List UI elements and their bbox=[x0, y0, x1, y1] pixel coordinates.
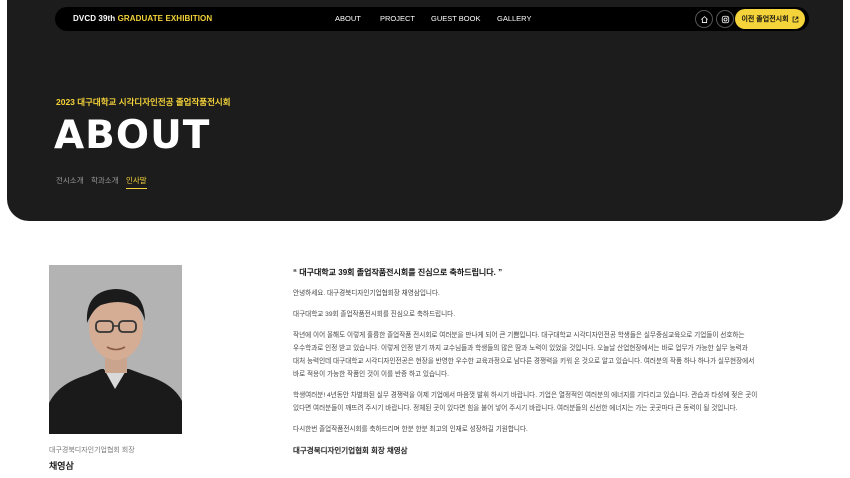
home-button[interactable] bbox=[695, 10, 713, 28]
message-congrats: 대구대학교 39회 졸업작품전시회를 진심으로 축하드립니다. bbox=[293, 311, 456, 318]
author-role: 대구경북디자인기업협회 회장 bbox=[49, 447, 135, 454]
exhibition-subtitle: 2023 대구대학교 시각디자인전공 졸업작품전시회 bbox=[56, 97, 231, 107]
home-icon bbox=[700, 15, 708, 23]
tab-exhibition-intro[interactable]: 전시소개 bbox=[56, 175, 84, 186]
tab-department-intro[interactable]: 학과소개 bbox=[91, 175, 119, 186]
message-closing: 다시한번 졸업작품전시회를 축하드리며 한분 한분 최고의 인재로 성장하길 기… bbox=[293, 426, 528, 433]
author-portrait bbox=[49, 265, 182, 434]
page-title: ABOUT bbox=[54, 113, 211, 158]
menu-item-guestbook[interactable]: GUEST BOOK bbox=[431, 7, 480, 31]
message-paragraph-line: 우수학과로 인정 받고 있습니다. 이렇게 인정 받기 까지 교수님들과 학생들… bbox=[293, 345, 748, 352]
external-link-icon bbox=[792, 16, 798, 22]
message-paragraph-line: 작년에 이어 올해도 이렇게 훌륭한 졸업작품 전시회로 여러분을 만나게 되어… bbox=[293, 332, 745, 339]
message-paragraph-line: 바로 적용이 가능한 작품인 것이 이를 반증 하고 있습니다. bbox=[293, 371, 450, 378]
tab-greeting[interactable]: 인사말 bbox=[126, 175, 147, 189]
menu-item-gallery[interactable]: GALLERY bbox=[497, 7, 531, 31]
instagram-button[interactable] bbox=[716, 10, 734, 28]
message-paragraph-line: 대처 능력인데 대구대학교 시각디자인전공은 현장을 반영한 우수한 교육과정으… bbox=[293, 358, 755, 365]
brand-accent: GRADUATE EXHIBITION bbox=[117, 14, 213, 23]
message-signoff: 대구경북디자인기업협회 회장 채영삼 bbox=[293, 446, 408, 455]
top-navbar: DVCD 39th GRADUATE EXHIBITION ABOUT PROJ… bbox=[55, 7, 809, 31]
message-paragraph-line: 학생여러분! 4년동안 차별화된 실무 경쟁력을 이제 기업에서 마음껏 발휘 … bbox=[293, 392, 758, 399]
menu-item-about[interactable]: ABOUT bbox=[335, 7, 361, 31]
message-greeting: 안녕하세요. 대구경북디자인기업협회장 채영삼입니다. bbox=[293, 290, 440, 297]
menu-item-project[interactable]: PROJECT bbox=[380, 7, 415, 31]
message-paragraph-line: 있다면 여러분들이 깨뜨려 주시기 바랍니다. 정체된 곳이 있다면 힘을 불어… bbox=[293, 405, 738, 412]
brand-logo[interactable]: DVCD 39th GRADUATE EXHIBITION bbox=[73, 7, 212, 31]
prev-exhibition-button[interactable]: 이전 졸업전시회 bbox=[735, 9, 805, 29]
portrait-illustration bbox=[49, 265, 182, 434]
greeting-message: “ 대구대학교 39회 졸업작품전시회를 진심으로 축하드립니다. ” 안녕하세… bbox=[293, 266, 805, 457]
instagram-icon bbox=[721, 15, 729, 23]
hero-section: DVCD 39th GRADUATE EXHIBITION ABOUT PROJ… bbox=[7, 0, 843, 221]
author-name: 채영삼 bbox=[49, 461, 74, 471]
message-headline: “ 대구대학교 39회 졸업작품전시회를 진심으로 축하드립니다. ” bbox=[293, 268, 503, 277]
brand-prefix: DVCD 39th bbox=[73, 14, 116, 23]
prev-exhibition-label: 이전 졸업전시회 bbox=[741, 16, 789, 23]
